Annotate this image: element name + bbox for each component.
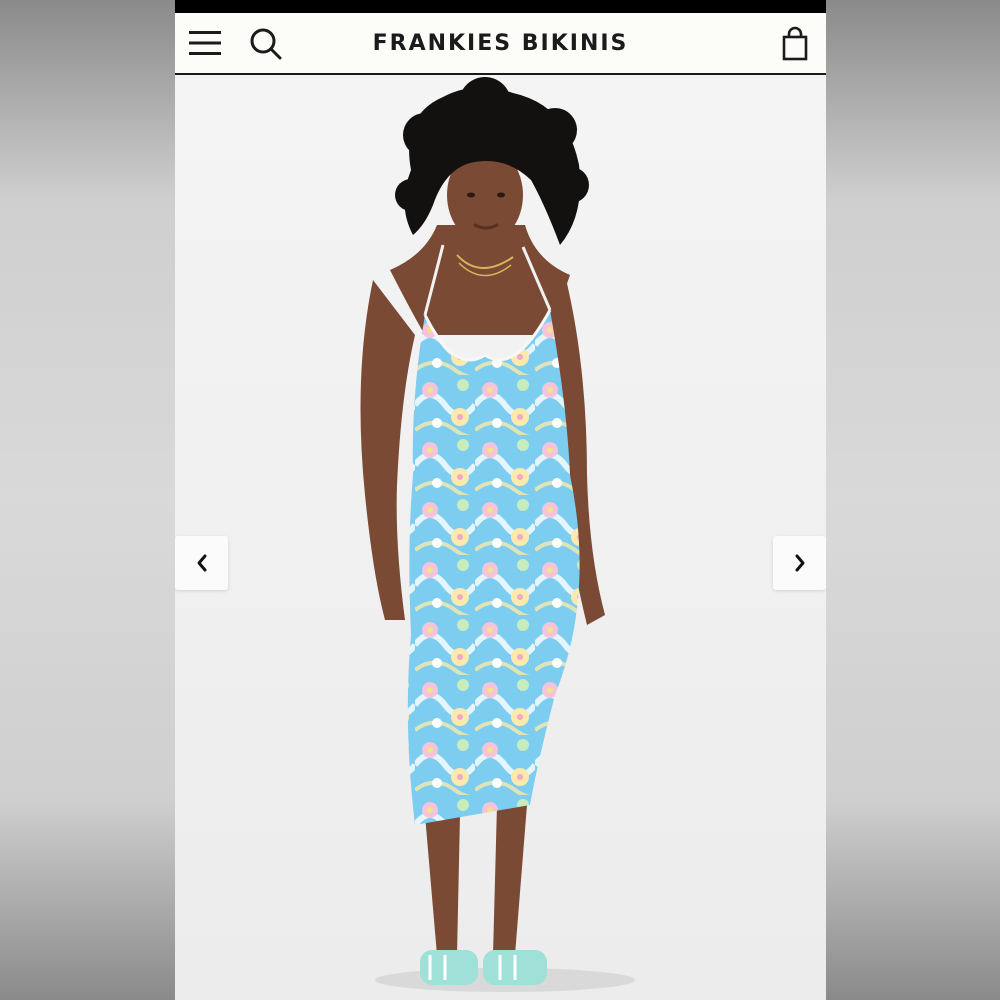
menu-button[interactable] — [189, 29, 221, 57]
mobile-screen: FRANKIES BIKINIS — [175, 0, 826, 1000]
left-blurred-background — [0, 0, 175, 1000]
chevron-left-icon — [197, 554, 206, 572]
chevron-right-icon — [795, 554, 804, 572]
product-photo — [175, 75, 826, 1000]
product-image-carousel[interactable] — [175, 75, 826, 1000]
search-icon — [250, 28, 282, 60]
hamburger-menu-icon — [189, 31, 221, 55]
cart-button[interactable] — [779, 26, 811, 62]
search-button[interactable] — [249, 27, 283, 61]
right-blurred-background — [825, 0, 1000, 1000]
site-header: FRANKIES BIKINIS — [175, 13, 826, 75]
previous-image-button[interactable] — [175, 536, 228, 590]
shopping-bag-icon — [782, 26, 808, 61]
next-image-button[interactable] — [773, 536, 826, 590]
status-bar — [175, 0, 826, 13]
brand-logo[interactable]: FRANKIES BIKINIS — [325, 31, 676, 56]
